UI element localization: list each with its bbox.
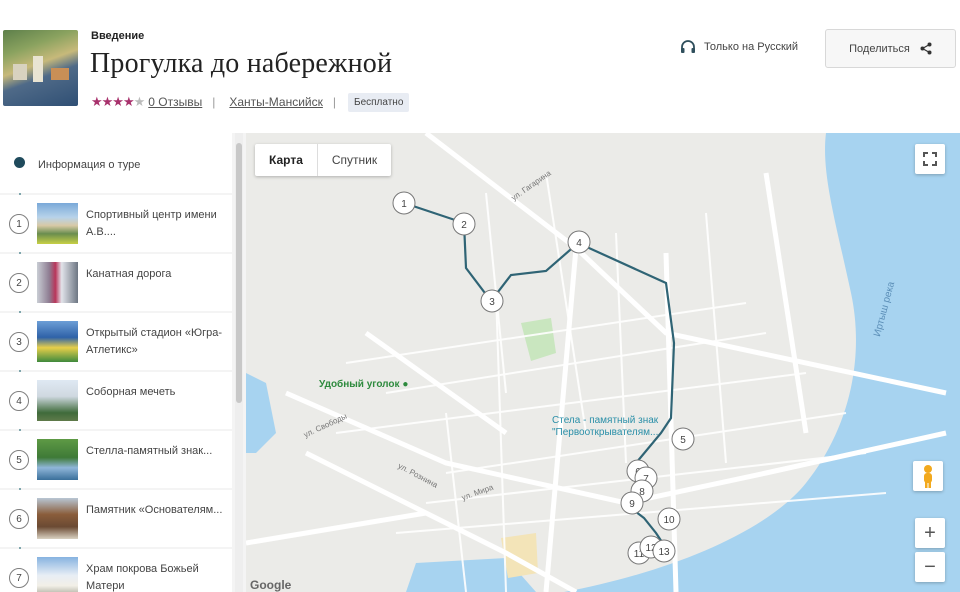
share-label: Поделиться: [849, 42, 910, 55]
star-empty-icon: ★: [133, 94, 146, 109]
stop-number: 2: [9, 273, 29, 293]
share-button[interactable]: Поделиться: [825, 29, 956, 68]
tour-map[interactable]: 1 2 3 4 5 6 7 8 9 10 11 12 13 Карта Спут…: [246, 133, 960, 592]
route-marker: 10: [657, 507, 681, 531]
svg-text:4: 4: [576, 238, 582, 249]
google-logo: Google: [250, 578, 292, 592]
star-icon: ★★★★: [91, 94, 135, 109]
language-indicator: Только на Русский: [680, 40, 798, 54]
poi-park-label[interactable]: Удобный уголок ●: [319, 379, 408, 390]
price-badge: Бесплатно: [348, 92, 410, 112]
route-marker: 13: [652, 539, 676, 563]
route-marker: 9: [620, 491, 644, 515]
stop-thumbnail: [37, 203, 78, 244]
tour-title: Прогулка до набережной: [90, 48, 393, 79]
stop-label: Спортивный центр имени А.В....: [86, 209, 217, 238]
svg-text:1: 1: [401, 199, 407, 210]
stop-label: Памятник «Основателям...: [86, 504, 223, 516]
park-pin-icon: ●: [402, 379, 409, 390]
stop-label: Канатная дорога: [86, 268, 172, 280]
tour-stops-sidebar: Информация о туре 1 Спортивный центр име…: [0, 133, 246, 592]
stop-thumbnail: [37, 321, 78, 362]
tab-satellite[interactable]: Спутник: [318, 144, 391, 176]
route-markers[interactable]: 1 2 3 4 5 6 7 8 9 10 11 12 13: [246, 133, 960, 592]
sidebar-item-stop[interactable]: 6 Памятник «Основателям...: [0, 490, 232, 547]
stop-number: 3: [9, 332, 29, 352]
tour-cover-image[interactable]: [3, 30, 78, 106]
svg-text:3: 3: [489, 297, 495, 308]
sidebar-item-stop[interactable]: 4 Соборная мечеть: [0, 372, 232, 429]
stop-number: 1: [9, 214, 29, 234]
sidebar-item-stop[interactable]: 3 Открытый стадион «Югра-Атлетикс»: [0, 313, 232, 370]
rating-stars[interactable]: ★★★★★: [91, 94, 146, 110]
stop-thumbnail: [37, 439, 78, 480]
meta-divider: |: [212, 95, 216, 109]
svg-text:5: 5: [680, 435, 686, 446]
share-icon: [920, 42, 932, 55]
sidebar-item-stop[interactable]: 5 Стелла-памятный знак...: [0, 431, 232, 488]
meta-divider: |: [332, 95, 337, 109]
svg-text:13: 13: [658, 547, 670, 558]
stop-thumbnail: [37, 498, 78, 539]
stop-number: 7: [9, 568, 29, 588]
sidebar-scrollbar[interactable]: [235, 133, 243, 592]
svg-text:2: 2: [461, 220, 467, 231]
stop-label: Открытый стадион «Югра-Атлетикс»: [86, 327, 223, 356]
stop-thumbnail: [37, 380, 78, 421]
sidebar-item-stop[interactable]: 7 Храм покрова Божьей Матери: [0, 549, 232, 592]
zoom-out-button[interactable]: −: [915, 552, 945, 582]
poi-stella-label[interactable]: Стела - памятный знак "Первооткрывателям…: [552, 415, 658, 439]
route-marker: 3: [480, 289, 504, 313]
stop-number: 5: [9, 450, 29, 470]
tour-meta: ★★★★★ 0 Отзывы | Ханты-Мансийск | Беспла…: [91, 91, 410, 113]
map-type-switch[interactable]: Карта Спутник: [255, 144, 392, 176]
tab-map[interactable]: Карта: [255, 144, 318, 176]
scrollbar-thumb[interactable]: [236, 143, 242, 403]
stop-number: 4: [9, 391, 29, 411]
sidebar-item-label: Информация о туре: [38, 159, 141, 171]
fullscreen-icon: [923, 152, 937, 166]
headphones-icon: [681, 40, 695, 53]
stop-label: Соборная мечеть: [86, 386, 176, 398]
city-link[interactable]: Ханты-Мансийск: [229, 95, 323, 109]
zoom-in-button[interactable]: +: [915, 518, 945, 548]
pegman-icon: [924, 465, 932, 488]
sidebar-item-tour-info[interactable]: Информация о туре: [0, 133, 232, 193]
stop-thumbnail: [37, 262, 78, 303]
route-marker: 5: [671, 427, 695, 451]
stop-number: 6: [9, 509, 29, 529]
svg-text:10: 10: [663, 515, 675, 526]
tour-header: Введение Прогулка до набережной ★★★★★ 0 …: [0, 0, 960, 128]
timeline-dot-icon: [14, 157, 25, 168]
route-marker: 1: [392, 191, 416, 215]
stop-label: Храм покрова Божьей Матери: [86, 563, 199, 592]
route-marker: 4: [567, 230, 591, 254]
route-marker: 2: [452, 212, 476, 236]
reviews-link[interactable]: 0 Отзывы: [148, 95, 202, 109]
stop-thumbnail: [37, 557, 78, 592]
language-label: Только на Русский: [704, 41, 799, 53]
street-view-pegman[interactable]: [913, 461, 943, 491]
sidebar-item-stop[interactable]: 2 Канатная дорога: [0, 254, 232, 311]
svg-text:9: 9: [629, 499, 635, 510]
fullscreen-button[interactable]: [915, 144, 945, 174]
sidebar-item-stop[interactable]: 1 Спортивный центр имени А.В....: [0, 195, 232, 252]
stop-label: Стелла-памятный знак...: [86, 445, 213, 457]
tour-eyebrow: Введение: [91, 30, 145, 42]
